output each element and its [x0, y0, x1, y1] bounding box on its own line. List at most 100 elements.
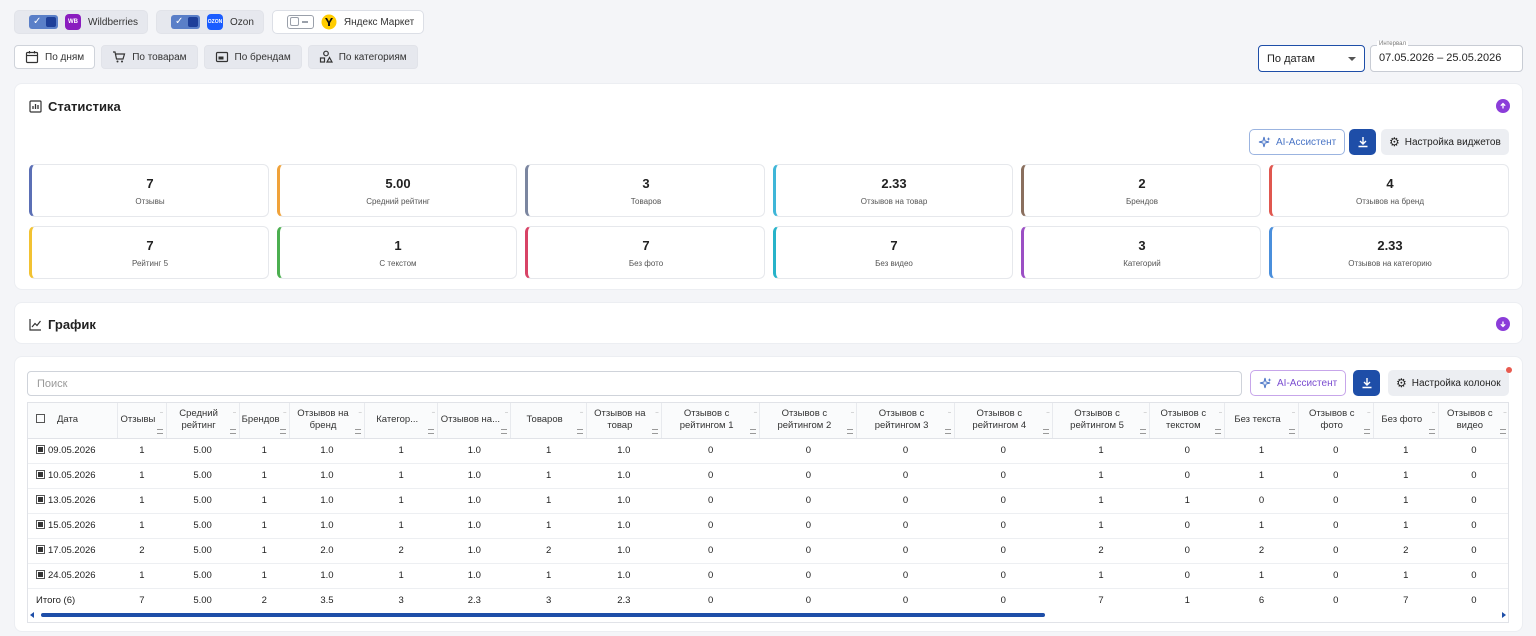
- scrollbar-thumb[interactable]: [41, 613, 1045, 617]
- settings-label: Настройка колонок: [1411, 377, 1501, 389]
- widget-settings-button[interactable]: ⚙ Настройка виджетов: [1381, 129, 1509, 155]
- column-menu-icon[interactable]: ···: [283, 407, 287, 419]
- column-menu-icon[interactable]: ···: [1218, 407, 1222, 419]
- row-checkbox[interactable]: [36, 495, 45, 504]
- column-filter-icon[interactable]: [279, 428, 286, 434]
- column-menu-icon[interactable]: ···: [1143, 407, 1147, 419]
- view-by-products-button[interactable]: По товарам: [101, 45, 198, 69]
- column-filter-icon[interactable]: [651, 428, 658, 434]
- column-header[interactable]: Без фото ···: [1373, 403, 1439, 439]
- column-filter-icon[interactable]: [1042, 428, 1049, 434]
- column-filter-icon[interactable]: [1288, 428, 1295, 434]
- column-menu-icon[interactable]: ···: [233, 407, 237, 419]
- marketplace-ozon[interactable]: ✓ OZON Ozon: [156, 10, 264, 34]
- column-menu-icon[interactable]: ···: [1503, 407, 1507, 419]
- marketplace-wildberries[interactable]: ✓ WB Wildberries: [14, 10, 149, 34]
- column-menu-icon[interactable]: ···: [160, 407, 164, 419]
- marketplace-yandex[interactable]: Яндекс Маркет: [271, 10, 425, 34]
- notification-dot: [1506, 367, 1512, 373]
- column-filter-icon[interactable]: [750, 428, 757, 434]
- column-filter-icon[interactable]: [428, 428, 435, 434]
- expand-down-icon[interactable]: [1496, 317, 1510, 331]
- table-ai-assistant-button[interactable]: AI-Ассистент: [1250, 370, 1347, 396]
- table-cell: 0: [1438, 588, 1508, 613]
- stat-tile: 4 Отзывов на бренд: [1269, 164, 1509, 217]
- column-menu-icon[interactable]: ···: [1367, 407, 1371, 419]
- column-menu-icon[interactable]: ···: [753, 407, 757, 419]
- column-menu-icon[interactable]: ···: [948, 407, 952, 419]
- column-header[interactable]: Отзывов с рейтингом 2 ···: [759, 403, 858, 439]
- table-download-button[interactable]: [1353, 370, 1380, 396]
- ai-assistant-button[interactable]: AI-Ассистент: [1249, 129, 1346, 155]
- column-header[interactable]: Отзывов с рейтингом 4 ···: [954, 403, 1053, 439]
- chart-card: График: [14, 302, 1523, 344]
- column-header[interactable]: Без текста ···: [1224, 403, 1299, 439]
- column-header[interactable]: Отзывов с рейтингом 1 ···: [661, 403, 761, 439]
- column-header[interactable]: Отзывов на бренд ···: [289, 403, 366, 439]
- scroll-right-icon[interactable]: [1502, 612, 1506, 618]
- column-filter-icon[interactable]: [847, 428, 854, 434]
- scroll-left-icon[interactable]: [30, 612, 34, 618]
- column-header[interactable]: Отзывов с рейтингом 5 ···: [1052, 403, 1151, 439]
- toggle-switch[interactable]: [286, 15, 314, 29]
- column-filter-icon[interactable]: [1363, 428, 1370, 434]
- stat-value: 7: [642, 238, 650, 253]
- cell-value: 0: [1184, 570, 1190, 581]
- column-header[interactable]: Отзывов с рейтингом 3 ···: [856, 403, 955, 439]
- column-filter-icon[interactable]: [576, 428, 583, 434]
- column-menu-icon[interactable]: ···: [504, 407, 508, 419]
- column-filter-icon[interactable]: [355, 428, 362, 434]
- collapse-up-icon[interactable]: [1496, 99, 1510, 113]
- select-all-checkbox[interactable]: [36, 414, 45, 424]
- column-header[interactable]: Категор... ···: [364, 403, 439, 439]
- view-by-brands-button[interactable]: По брендам: [203, 45, 302, 69]
- column-header[interactable]: Товаров ···: [510, 403, 587, 439]
- stat-label: Отзывов на товар: [860, 197, 928, 206]
- stat-tile: 2.33 Отзывов на товар: [773, 164, 1013, 217]
- column-menu-icon[interactable]: ···: [1292, 407, 1296, 419]
- date-mode-select[interactable]: По датам: [1258, 45, 1365, 72]
- column-header[interactable]: Отзывов с текстом ···: [1149, 403, 1226, 439]
- view-by-days-button[interactable]: По дням: [14, 45, 96, 69]
- column-settings-button[interactable]: ⚙ Настройка колонок: [1388, 370, 1509, 396]
- column-filter-icon[interactable]: [1140, 428, 1147, 434]
- column-header-date[interactable]: Дата: [28, 403, 119, 439]
- interval-field[interactable]: Интервал 07.05.2026 – 25.05.2026: [1370, 41, 1523, 72]
- row-checkbox[interactable]: [36, 545, 45, 554]
- column-header[interactable]: Отзывов с видео ···: [1438, 403, 1508, 439]
- column-header[interactable]: Отзывы ···: [117, 403, 167, 439]
- column-menu-icon[interactable]: ···: [580, 407, 584, 419]
- column-header[interactable]: Брендов ···: [239, 403, 290, 439]
- column-filter-icon[interactable]: [501, 428, 508, 434]
- row-checkbox[interactable]: [36, 520, 45, 529]
- column-filter-icon[interactable]: [156, 428, 163, 434]
- stat-value: 2.33: [1377, 238, 1403, 253]
- column-menu-icon[interactable]: ···: [358, 407, 362, 419]
- horizontal-scrollbar[interactable]: [27, 611, 1509, 621]
- column-menu-icon[interactable]: ···: [1432, 407, 1436, 419]
- row-checkbox[interactable]: [36, 470, 45, 479]
- download-button[interactable]: [1349, 129, 1376, 155]
- column-menu-icon[interactable]: ···: [1046, 407, 1050, 419]
- cart-icon: [113, 51, 126, 63]
- column-menu-icon[interactable]: ···: [431, 407, 435, 419]
- column-filter-icon[interactable]: [1500, 428, 1506, 434]
- table-cell: 5.00: [166, 513, 240, 539]
- row-checkbox[interactable]: [36, 570, 45, 579]
- column-filter-icon[interactable]: [944, 428, 951, 434]
- column-menu-icon[interactable]: ···: [655, 407, 659, 419]
- toggle-switch[interactable]: ✓: [29, 15, 58, 29]
- column-header[interactable]: Отзывов на товар ···: [586, 403, 662, 439]
- toggle-switch[interactable]: ✓: [171, 15, 201, 29]
- cell-value: 0: [1333, 495, 1339, 506]
- column-filter-icon[interactable]: [1215, 428, 1222, 434]
- column-menu-icon[interactable]: ···: [850, 407, 854, 419]
- column-header[interactable]: Отзывов с фото ···: [1298, 403, 1374, 439]
- search-input[interactable]: Поиск: [27, 371, 1242, 396]
- column-filter-icon[interactable]: [1428, 428, 1435, 434]
- column-header[interactable]: Средний рейтинг ···: [166, 403, 240, 439]
- column-header[interactable]: Отзывов на... ···: [437, 403, 512, 439]
- column-filter-icon[interactable]: [229, 428, 236, 434]
- row-checkbox[interactable]: [36, 445, 45, 454]
- view-by-categories-button[interactable]: По категориям: [307, 45, 418, 69]
